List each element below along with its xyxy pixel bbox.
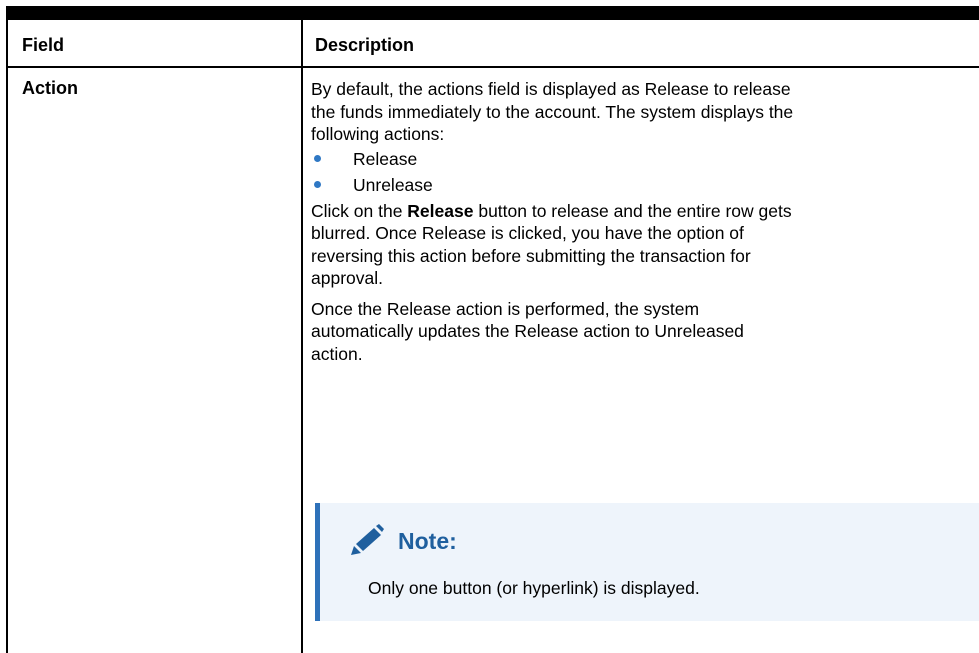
header-description: Description: [315, 35, 415, 55]
description-line: reversing this action before submitting …: [311, 245, 751, 266]
table-top-rule: [6, 6, 979, 20]
description-line: By default, the actions field is display…: [311, 79, 791, 99]
description-text: button to release and the entire row get…: [473, 200, 792, 221]
column-divider: [301, 20, 303, 653]
bullet-icon: [314, 154, 321, 162]
document-page: Field Description Action By default, the…: [0, 0, 979, 653]
description-line: following actions:: [311, 124, 445, 144]
bullet-icon: [314, 180, 321, 188]
row-description: By default, the actions field is display…: [311, 78, 971, 365]
release-bold-text: Release: [407, 200, 474, 221]
list-item: Unrelease: [311, 172, 971, 198]
description-line: the funds immediately to the account. Th…: [311, 101, 794, 122]
note-box: Note: Only one button (or hyperlink) is …: [315, 503, 979, 621]
header-divider: [6, 66, 979, 68]
list-item: Release: [311, 146, 971, 172]
list-item-label: Release: [353, 148, 418, 169]
note-header: Note:: [348, 521, 457, 561]
description-line: approval.: [311, 268, 383, 288]
description-line: Once the Release action is performed, th…: [311, 298, 700, 319]
description-line: automatically updates the Release action…: [311, 321, 744, 341]
description-line: Click on the Release button to release a…: [311, 200, 971, 223]
note-title: Note:: [398, 527, 457, 554]
description-text: Click on the: [311, 200, 408, 221]
row-field-action: Action: [22, 78, 78, 98]
actions-list: Release Unrelease: [311, 146, 971, 198]
header-field: Field: [22, 35, 65, 55]
pencil-icon: [348, 524, 386, 558]
note-body: Only one button (or hyperlink) is displa…: [368, 578, 700, 598]
description-line: blurred. Once Release is clicked, you ha…: [311, 223, 744, 243]
description-line: action.: [311, 343, 363, 364]
table-left-border: [6, 20, 8, 653]
list-item-label: Unrelease: [353, 174, 433, 195]
